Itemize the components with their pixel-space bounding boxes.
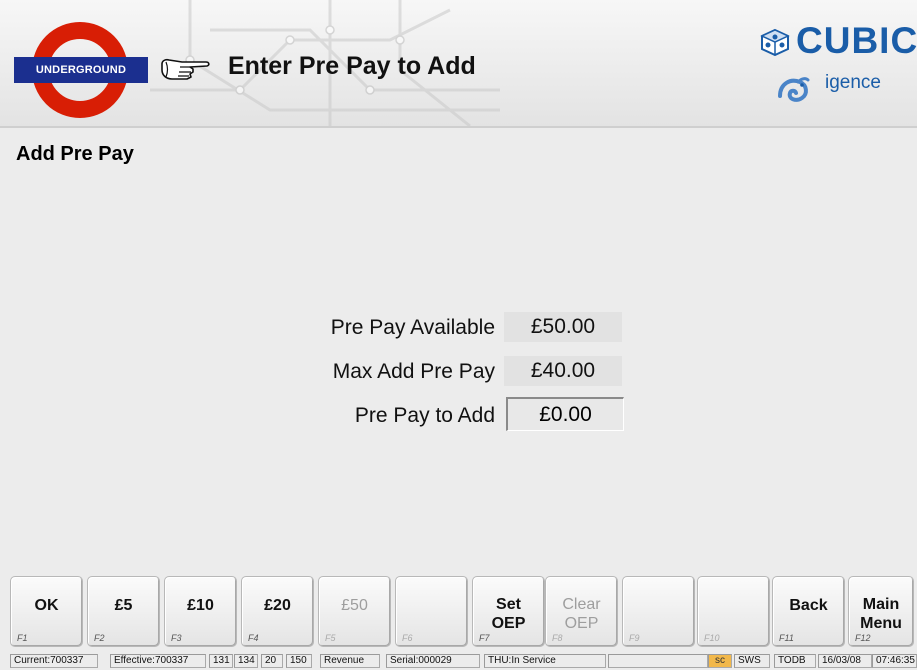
back-button[interactable]: Back F11 xyxy=(772,576,845,647)
f11-key-label: F11 xyxy=(779,633,794,643)
status-date: 16/03/08 xyxy=(818,654,872,668)
status-mode: Revenue xyxy=(320,654,380,668)
clear-oep-button[interactable]: Clear OEP F8 xyxy=(545,576,618,647)
add-20-pounds-label: £20 xyxy=(264,597,291,614)
max-add-prepay-label: Max Add Pre Pay xyxy=(332,360,495,383)
cubic-brand-name: CUBIC xyxy=(796,20,917,61)
f7-key-label: F7 xyxy=(479,633,490,643)
pigence-brand-name: igence xyxy=(825,72,881,93)
underground-roundel-logo: UNDERGROUND xyxy=(14,22,148,118)
cubic-brand-logo: CUBIC igence xyxy=(752,21,917,104)
f1-key-label: F1 xyxy=(17,633,28,643)
add-50-pounds-button[interactable]: £50 F5 xyxy=(318,576,391,647)
add-5-pounds-button[interactable]: £5 F2 xyxy=(87,576,160,647)
prepay-to-add-input[interactable]: £0.00 xyxy=(506,397,624,431)
main-menu-line2: Menu xyxy=(860,615,902,632)
f10-key-label: F10 xyxy=(704,633,720,643)
f6-button[interactable]: F6 xyxy=(395,576,468,647)
status-sc-badge: sc xyxy=(708,654,732,668)
f3-key-label: F3 xyxy=(171,633,182,643)
status-count-2: 134 xyxy=(234,654,258,668)
set-oep-line2: OEP xyxy=(491,615,526,632)
prepay-to-add-label: Pre Pay to Add xyxy=(354,404,495,427)
f12-key-label: F12 xyxy=(855,633,871,643)
set-oep-label: Set OEP xyxy=(473,595,544,633)
f8-key-label: F8 xyxy=(552,633,563,643)
ok-button[interactable]: OK F1 xyxy=(10,576,83,647)
status-service: THU:In Service xyxy=(484,654,606,668)
f9-key-label: F9 xyxy=(629,633,640,643)
set-oep-line1: Set xyxy=(496,596,521,613)
f4-key-label: F4 xyxy=(248,633,259,643)
max-add-prepay-value: £40.00 xyxy=(504,356,622,386)
add-5-pounds-label: £5 xyxy=(114,597,133,614)
header-title: Enter Pre Pay to Add xyxy=(228,52,476,80)
prepay-available-label: Pre Pay Available xyxy=(330,316,495,339)
ok-button-label: OK xyxy=(34,597,59,614)
add-50-pounds-label: £50 xyxy=(341,597,368,614)
roundel-bar: UNDERGROUND xyxy=(14,57,148,83)
pointing-hand-icon xyxy=(161,58,210,80)
set-oep-button[interactable]: Set OEP F7 xyxy=(472,576,545,647)
status-serial: Serial:000029 xyxy=(386,654,480,668)
main-menu-label: Main Menu xyxy=(849,595,913,633)
status-sws: SWS xyxy=(734,654,770,668)
clear-oep-line1: Clear xyxy=(562,596,601,613)
cube-icon xyxy=(760,28,790,56)
back-button-label: Back xyxy=(789,597,828,614)
f9-button[interactable]: F9 xyxy=(622,576,695,647)
add-20-pounds-button[interactable]: £20 F4 xyxy=(241,576,314,647)
main-menu-line1: Main xyxy=(862,596,900,613)
f5-key-label: F5 xyxy=(325,633,336,643)
page-title: Add Pre Pay xyxy=(16,143,134,165)
header-banner: UNDERGROUND Enter Pre Pay to Add CUBIC i… xyxy=(0,0,917,128)
f10-button[interactable]: F10 xyxy=(697,576,770,647)
status-blank xyxy=(608,654,708,668)
status-todb: TODB xyxy=(774,654,816,668)
status-time: 07:46:35 xyxy=(872,654,917,668)
clear-oep-line2: OEP xyxy=(564,615,599,632)
status-count-4: 150 xyxy=(286,654,312,668)
status-count-1: 131 xyxy=(209,654,233,668)
add-10-pounds-button[interactable]: £10 F3 xyxy=(164,576,237,647)
status-count-3: 20 xyxy=(261,654,283,668)
prepay-available-value: £50.00 xyxy=(504,312,622,342)
f2-key-label: F2 xyxy=(94,633,105,643)
status-current: Current:700337 xyxy=(10,654,98,668)
clear-oep-label: Clear OEP xyxy=(546,595,617,633)
status-effective: Effective:700337 xyxy=(110,654,206,668)
add-10-pounds-label: £10 xyxy=(187,597,214,614)
chameleon-icon xyxy=(778,77,810,102)
main-menu-button[interactable]: Main Menu F12 xyxy=(848,576,914,647)
function-key-bar: OK F1 £5 F2 £10 F3 £20 F4 £50 F5 F6 Set … xyxy=(0,576,917,649)
status-bar: Current:700337 Effective:700337 131 134 … xyxy=(0,653,917,670)
f6-key-label: F6 xyxy=(402,633,413,643)
